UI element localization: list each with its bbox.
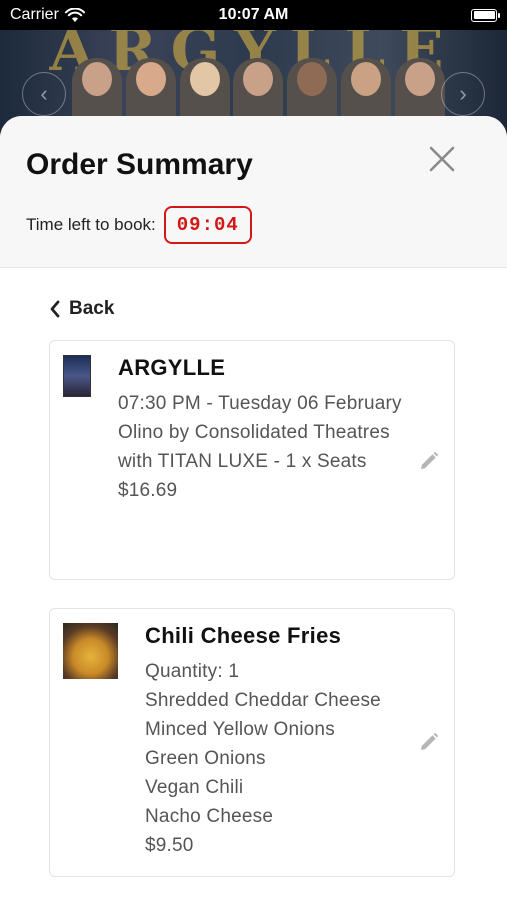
back-label: Back <box>69 298 115 319</box>
food-topping: Green Onions <box>145 748 266 769</box>
wifi-icon <box>64 7 85 22</box>
food-topping: Nacho Cheese <box>145 806 274 827</box>
order-content: Back ARGYLLE 07:30 PM - Tuesday 06 Febru… <box>0 268 507 877</box>
timer-label: Time left to book: <box>26 215 156 234</box>
ticket-price: $16.69 <box>118 480 178 501</box>
page-title: Order Summary <box>26 148 253 181</box>
food-topping: Shredded Cheddar Cheese <box>145 690 381 711</box>
ticket-theatre-seats: Olino by Consolidated Theatres with TITA… <box>118 422 390 472</box>
ticket-item-card: ARGYLLE 07:30 PM - Tuesday 06 February O… <box>49 340 455 580</box>
battery-icon <box>471 8 500 22</box>
food-topping: Vegan Chili <box>145 777 244 798</box>
timer-row: Time left to book: 09:04 <box>26 206 252 244</box>
status-left: Carrier <box>10 6 85 24</box>
banner-prev-button[interactable]: ‹ <box>22 72 66 116</box>
ticket-title: ARGYLLE <box>118 355 226 380</box>
back-button[interactable]: Back <box>49 298 455 320</box>
ticket-showtime: 07:30 PM - Tuesday 06 February <box>118 393 402 414</box>
food-quantity: Quantity: 1 <box>145 661 240 682</box>
food-topping: Minced Yellow Onions <box>145 719 335 740</box>
pencil-icon[interactable] <box>418 731 440 753</box>
carrier-label: Carrier <box>10 6 59 23</box>
food-price: $9.50 <box>145 835 194 856</box>
banner-next-button[interactable]: › <box>441 72 485 116</box>
food-thumbnail <box>63 623 118 679</box>
sheet-header: Order Summary Time left to book: 09:04 <box>0 116 507 268</box>
movie-poster-thumbnail <box>63 355 91 397</box>
chevron-right-icon: › <box>459 81 467 106</box>
pencil-icon[interactable] <box>418 450 440 472</box>
close-icon[interactable] <box>427 144 457 174</box>
order-summary-sheet: Order Summary Time left to book: 09:04 B… <box>0 116 507 900</box>
food-item-card: Chili Cheese Fries Quantity: 1 Shredded … <box>49 608 455 877</box>
status-bar: Carrier 10:07 AM <box>0 0 507 30</box>
countdown-timer: 09:04 <box>163 206 252 244</box>
food-title: Chili Cheese Fries <box>145 623 342 648</box>
chevron-left-icon: ‹ <box>40 81 48 106</box>
chevron-left-icon <box>50 300 60 318</box>
